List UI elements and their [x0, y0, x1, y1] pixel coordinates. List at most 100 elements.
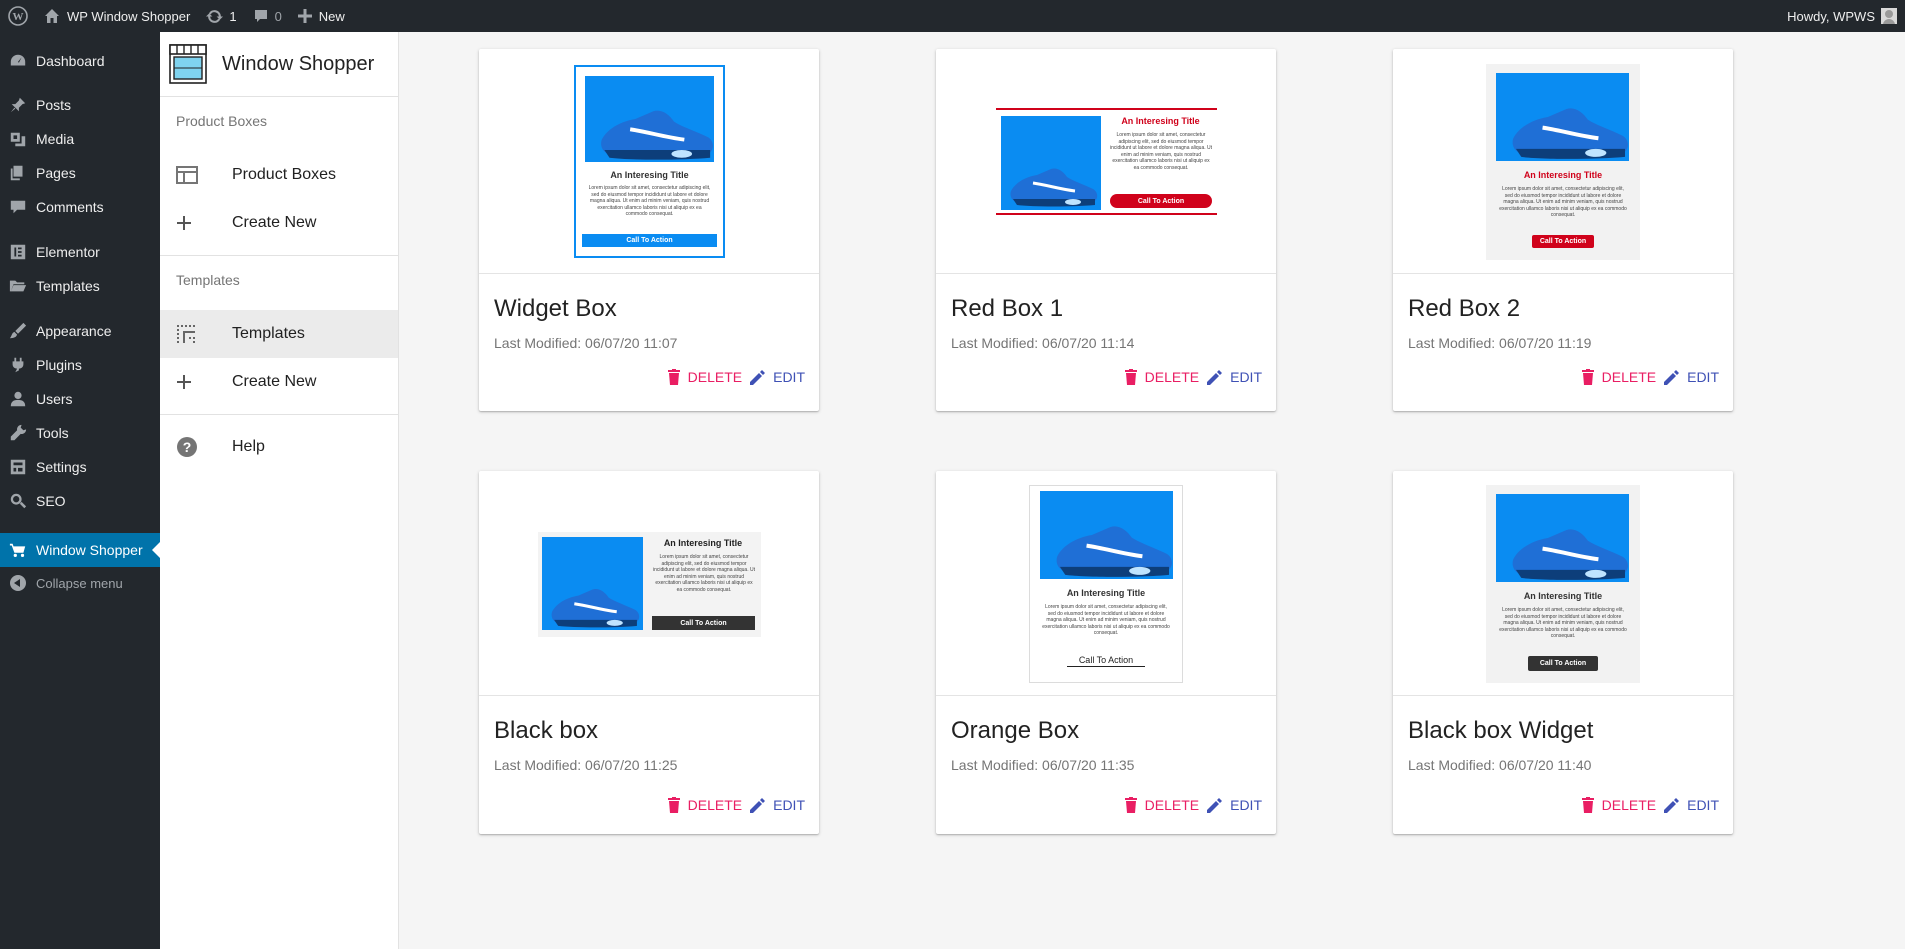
avatar: [1881, 8, 1897, 24]
card-last-modified: Last Modified: 06/07/20 11:19: [1408, 335, 1592, 351]
sidebar-divider: [160, 255, 398, 256]
menu-appearance[interactable]: Appearance: [0, 314, 160, 348]
edit-label: EDIT: [1230, 797, 1262, 813]
edit-button[interactable]: EDIT: [1664, 797, 1719, 813]
trash-icon: [1581, 797, 1594, 813]
preview-text: Lorem ipsum dolor sit amet, consectetur …: [652, 554, 755, 593]
card-title: Black box Widget: [1408, 717, 1594, 744]
card-actions: DELETE EDIT: [1581, 797, 1719, 813]
plugin-sidebar: Window Shopper Product Boxes Product Box…: [160, 32, 399, 949]
comments-link[interactable]: 0: [245, 0, 290, 32]
preview-cta-button: Call To Action: [652, 616, 755, 630]
sidebar-header: Window Shopper: [160, 32, 398, 97]
my-account[interactable]: Howdy, WPWS: [1787, 8, 1905, 24]
new-content-link[interactable]: New: [290, 0, 353, 32]
edit-button[interactable]: EDIT: [750, 369, 805, 385]
template-preview[interactable]: An Interesing Title Lorem ipsum dolor si…: [936, 471, 1276, 696]
preview-title: An Interesing Title: [1523, 170, 1603, 180]
svg-text:W: W: [13, 11, 24, 23]
pencil-icon: [1207, 797, 1223, 813]
preview-box: An Interesing Title Lorem ipsum dolor si…: [1029, 485, 1183, 683]
preview-text: Lorem ipsum dolor sit amet, consectetur …: [1499, 186, 1627, 218]
menu-posts[interactable]: Posts: [0, 88, 160, 122]
nav-help[interactable]: ? Help: [160, 423, 398, 471]
menu-elementor[interactable]: Elementor: [0, 235, 160, 269]
menu-tools[interactable]: Tools: [0, 416, 160, 450]
delete-button[interactable]: DELETE: [1581, 369, 1656, 385]
comment-bubble-icon: [254, 10, 267, 22]
menu-window-shopper[interactable]: Window Shopper: [0, 533, 160, 567]
edit-button[interactable]: EDIT: [1207, 369, 1262, 385]
template-preview[interactable]: An Interesing Title Lorem ipsum dolor si…: [1393, 49, 1733, 274]
card-last-modified: Last Modified: 06/07/20 11:35: [951, 757, 1135, 773]
trash-icon: [667, 797, 680, 813]
site-name-link[interactable]: WP Window Shopper: [36, 0, 198, 32]
preview-box: An Interesing Title Lorem ipsum dolor si…: [1486, 64, 1640, 260]
product-image: [1001, 116, 1101, 210]
delete-button[interactable]: DELETE: [667, 369, 742, 385]
card-title: Black box: [494, 717, 599, 744]
nav-create-new-product-box[interactable]: Create New: [160, 199, 398, 247]
collapse-menu-button[interactable]: Collapse menu: [0, 566, 160, 600]
preview-cta-button: Call To Action: [1067, 653, 1145, 667]
preview-text: Lorem ipsum dolor sit amet, consectetur …: [1499, 607, 1627, 639]
trash-icon: [667, 369, 680, 385]
nav-label: Create New: [232, 373, 317, 390]
preview-title: An Interesing Title: [1523, 591, 1603, 601]
menu-label: Elementor: [36, 244, 100, 260]
preview-cta-button: Call To Action: [1532, 235, 1594, 248]
menu-label: Users: [36, 391, 73, 407]
user-icon: [0, 390, 36, 408]
menu-plugins[interactable]: Plugins: [0, 348, 160, 382]
delete-button[interactable]: DELETE: [1124, 797, 1199, 813]
template-preview[interactable]: An Interesing Title Lorem ipsum dolor si…: [1393, 471, 1733, 696]
folder-icon: [0, 277, 36, 295]
preview-cta-button: Call To Action: [582, 234, 717, 247]
menu-pages[interactable]: Pages: [0, 156, 160, 190]
edit-button[interactable]: EDIT: [1207, 797, 1262, 813]
menu-dashboard[interactable]: Dashboard: [0, 44, 160, 78]
delete-button[interactable]: DELETE: [1581, 797, 1656, 813]
template-card: An Interesing Title Lorem ipsum dolor si…: [479, 49, 819, 411]
nav-label: Help: [232, 438, 265, 455]
updates-link[interactable]: 1: [198, 0, 244, 32]
wordpress-logo-icon[interactable]: W: [0, 0, 36, 32]
menu-templates[interactable]: Templates: [0, 269, 160, 303]
nav-create-new-template[interactable]: Create New: [160, 358, 398, 406]
nav-product-boxes[interactable]: Product Boxes: [160, 151, 398, 199]
menu-media[interactable]: Media: [0, 122, 160, 156]
template-card: An Interesing Title Lorem ipsum dolor si…: [1393, 49, 1733, 411]
card-last-modified: Last Modified: 06/07/20 11:40: [1408, 757, 1592, 773]
trash-icon: [1124, 797, 1137, 813]
edit-label: EDIT: [1230, 369, 1262, 385]
preview-text: Lorem ipsum dolor sit amet, consectetur …: [1042, 604, 1170, 636]
menu-label: Settings: [36, 459, 87, 475]
elementor-icon: [0, 243, 36, 261]
menu-comments[interactable]: Comments: [0, 190, 160, 224]
menu-label: Plugins: [36, 357, 82, 373]
template-preview[interactable]: An Interesing Title Lorem ipsum dolor si…: [936, 49, 1276, 274]
pin-icon: [0, 96, 36, 114]
menu-seo[interactable]: SEO: [0, 484, 160, 518]
trash-icon: [1581, 369, 1594, 385]
section-header-product-boxes: Product Boxes: [176, 113, 268, 129]
card-actions: DELETE EDIT: [667, 797, 805, 813]
admin-menu: Dashboard Posts Media Pages Comments Ele…: [0, 32, 160, 949]
card-title: Widget Box: [494, 295, 617, 322]
menu-users[interactable]: Users: [0, 382, 160, 416]
preview-cta-button: Call To Action: [1528, 656, 1598, 671]
dashboard-icon: [0, 52, 36, 70]
edit-button[interactable]: EDIT: [1664, 369, 1719, 385]
menu-label: Appearance: [36, 323, 112, 339]
menu-settings[interactable]: Settings: [0, 450, 160, 484]
template-preview[interactable]: An Interesing Title Lorem ipsum dolor si…: [479, 471, 819, 696]
nav-templates[interactable]: Templates: [160, 310, 398, 358]
preview-box: An Interesing Title Lorem ipsum dolor si…: [996, 108, 1217, 215]
preview-title: An Interesing Title: [1066, 588, 1146, 598]
cart-icon: [0, 541, 36, 559]
delete-button[interactable]: DELETE: [667, 797, 742, 813]
edit-button[interactable]: EDIT: [750, 797, 805, 813]
template-preview[interactable]: An Interesing Title Lorem ipsum dolor si…: [479, 49, 819, 274]
delete-button[interactable]: DELETE: [1124, 369, 1199, 385]
card-last-modified: Last Modified: 06/07/20 11:07: [494, 335, 678, 351]
